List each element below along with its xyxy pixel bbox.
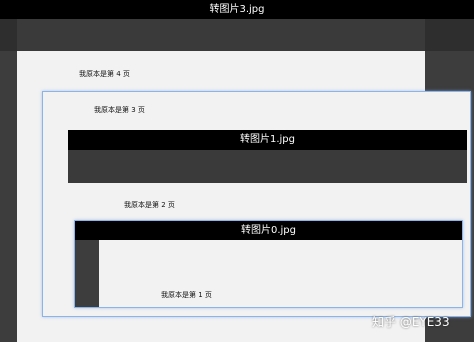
viewer-0-sidebar [75, 240, 99, 307]
viewer-3-title: 转图片3.jpg [209, 4, 265, 15]
viewer-0-page-caption: 我原本是第 1 页 [161, 291, 212, 299]
viewer-1-page-caption: 我原本是第 2 页 [124, 201, 175, 209]
viewer-2-page-caption: 我原本是第 3 页 [94, 106, 145, 114]
viewer-1-toolbar [68, 150, 467, 183]
viewer-0-page: 我原本是第 1 页 [99, 240, 462, 307]
viewer-3-titlebar: 转图片3.jpg [0, 0, 474, 19]
viewer-3-page-caption: 我原本是第 4 页 [79, 70, 130, 78]
viewer-1-titlebar: 转图片1.jpg [68, 130, 467, 150]
viewer-0-title: 转图片0.jpg [240, 225, 296, 236]
viewer-1-title: 转图片1.jpg [239, 134, 295, 145]
watermark: 知乎 @EYE33 [372, 315, 450, 329]
viewer-0-titlebar: 转图片0.jpg [75, 221, 462, 240]
viewer-3-toolbar [17, 19, 425, 51]
